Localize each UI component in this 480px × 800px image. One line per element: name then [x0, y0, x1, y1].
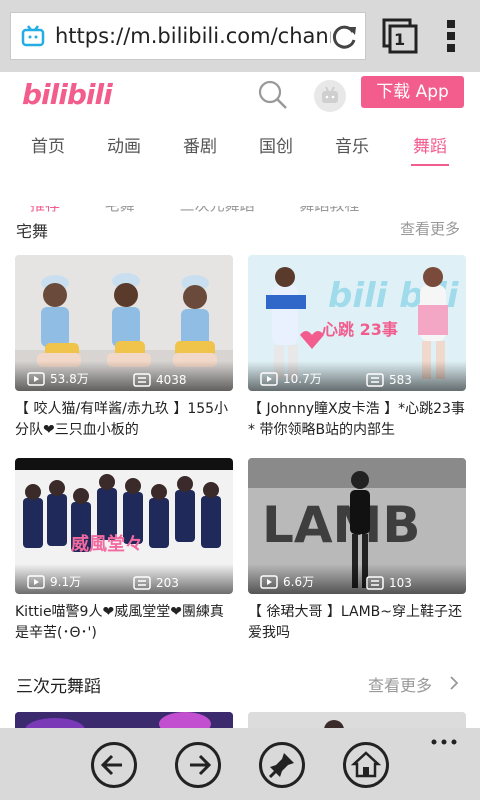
- thumbnail-image: [15, 712, 233, 728]
- danmaku-icon: [133, 576, 151, 590]
- active-tab-indicator: [411, 164, 449, 166]
- danmaku-icon: [366, 576, 384, 590]
- bilibili-tv-icon: [21, 25, 45, 47]
- video-thumbnail[interactable]: 威風堂々 9.1万 203: [15, 458, 233, 594]
- video-title[interactable]: 【 咬人猫/有咩酱/赤九玖 】155小分队❤三只血小板的: [15, 399, 233, 441]
- video-title[interactable]: 【 Johnny瞳X皮卡浩 】*心跳23事* 带你领略B站的内部生: [248, 399, 466, 441]
- home-icon: [350, 751, 382, 778]
- video-title[interactable]: 【 徐珺大哥 】LAMB~穿上鞋子还爱我吗: [248, 602, 466, 644]
- video-card[interactable]: 威風堂々 9.1万 203 Kittie喵警9人❤威風堂堂❤團練真是辛苦(･Θ･…: [15, 458, 233, 644]
- tab-guochuang[interactable]: 国创: [246, 132, 306, 157]
- video-card[interactable]: 53.8万 4038 【 咬人猫/有咩酱/赤九玖 】155小分队❤三只血小板的: [15, 255, 233, 441]
- thumbnail-caption: 心跳 23事: [322, 320, 398, 339]
- play-count-icon: [260, 371, 278, 386]
- section-more-otaku[interactable]: 查看更多: [400, 218, 460, 239]
- browser-bottom-bar: [0, 728, 480, 800]
- danmaku-count-text: 203: [156, 576, 179, 590]
- section-title-otaku: 宅舞: [16, 222, 49, 241]
- thumbnail-caption: LAMB: [262, 496, 420, 554]
- play-count-icon: [260, 574, 278, 589]
- view-count: 10.7万: [260, 370, 322, 387]
- danmaku-count-text: 4038: [156, 373, 187, 387]
- sub-tabs: 推荐 宅舞 三次元舞蹈 舞蹈教程: [30, 206, 399, 215]
- view-count: 53.8万: [27, 370, 89, 387]
- view-count-text: 6.6万: [283, 575, 315, 589]
- tab-bangumi[interactable]: 番剧: [170, 132, 230, 157]
- subtab-recommend[interactable]: 推荐: [30, 206, 60, 214]
- browser-toolbar: https://m.bilibili.com/channe 1: [0, 0, 480, 72]
- channel-nav: 首页 动画 番剧 国创 音乐 舞蹈: [0, 132, 480, 172]
- view-count: 6.6万: [260, 573, 314, 590]
- forward-button[interactable]: [175, 742, 221, 788]
- download-app-button[interactable]: 下载 App: [361, 76, 464, 108]
- danmaku-count-text: 103: [389, 576, 412, 590]
- danmaku-count: 203: [133, 576, 179, 590]
- chevron-right-icon[interactable]: [448, 675, 460, 691]
- reload-icon[interactable]: [331, 23, 359, 51]
- section-more-link[interactable]: 查看更多: [368, 672, 432, 696]
- bilibili-logo[interactable]: bilibili: [22, 78, 113, 111]
- play-count-icon: [27, 371, 45, 386]
- view-count-text: 9.1万: [50, 575, 82, 589]
- browser-menu-icon[interactable]: [444, 20, 458, 52]
- arrow-right-icon: [190, 754, 212, 776]
- search-icon[interactable]: [258, 80, 288, 110]
- video-thumbnail[interactable]: 53.8万 4038: [15, 255, 233, 391]
- view-count: 9.1万: [27, 573, 81, 590]
- back-button[interactable]: [91, 742, 137, 788]
- view-count-text: 53.8万: [50, 372, 89, 386]
- tv-mascot-icon: [322, 86, 338, 103]
- video-thumbnail[interactable]: LAMB 6.6万 103: [248, 458, 466, 594]
- main-content: 推荐 宅舞 三次元舞蹈 舞蹈教程 宅舞 查看更多: [0, 206, 480, 728]
- video-thumbnail-partial[interactable]: [248, 712, 466, 728]
- danmaku-count: 103: [366, 576, 412, 590]
- video-thumbnail[interactable]: bili bili 心跳 23事 10.7万 583: [248, 255, 466, 391]
- danmaku-count: 583: [366, 373, 412, 387]
- site-header: bilibili 下载 App 首页 动画 番剧 国创 音乐 舞蹈: [0, 72, 480, 206]
- danmaku-icon: [366, 373, 384, 387]
- url-text: https://m.bilibili.com/channe: [55, 24, 331, 48]
- subtab-tutorial[interactable]: 舞蹈教程: [299, 206, 359, 214]
- home-button[interactable]: [343, 742, 389, 788]
- tab-animation[interactable]: 动画: [94, 132, 154, 157]
- play-count-icon: [27, 574, 45, 589]
- thumbnail-image: [248, 712, 466, 728]
- video-title[interactable]: Kittie喵警9人❤威風堂堂❤團練真是辛苦(･Θ･'): [15, 602, 233, 644]
- pin-button[interactable]: [259, 742, 305, 788]
- video-thumbnail-partial[interactable]: [15, 712, 233, 728]
- tab-home[interactable]: 首页: [18, 132, 78, 157]
- more-options-icon[interactable]: [430, 738, 458, 746]
- subtab-real-dance[interactable]: 三次元舞蹈: [180, 206, 255, 214]
- pin-icon: [268, 753, 294, 779]
- avatar[interactable]: [314, 80, 346, 112]
- section-title-real-dance: 三次元舞蹈: [16, 677, 101, 697]
- video-card[interactable]: LAMB 6.6万 103 【 徐珺大哥 】LAMB~穿上鞋子还爱我吗: [248, 458, 466, 644]
- danmaku-count-text: 583: [389, 373, 412, 387]
- thumbnail-caption: 威風堂々: [71, 533, 143, 555]
- danmaku-icon: [133, 373, 151, 387]
- address-bar[interactable]: https://m.bilibili.com/channe: [10, 12, 366, 60]
- danmaku-count: 4038: [133, 373, 187, 387]
- arrow-left-icon: [100, 754, 122, 776]
- tab-count: 1: [394, 30, 406, 49]
- tab-music[interactable]: 音乐: [322, 132, 382, 157]
- video-card[interactable]: bili bili 心跳 23事 10.7万 583 【 Johnny瞳X皮卡浩…: [248, 255, 466, 441]
- view-count-text: 10.7万: [283, 372, 322, 386]
- tab-dance[interactable]: 舞蹈: [400, 132, 460, 157]
- subtab-otaku-dance[interactable]: 宅舞: [105, 206, 135, 214]
